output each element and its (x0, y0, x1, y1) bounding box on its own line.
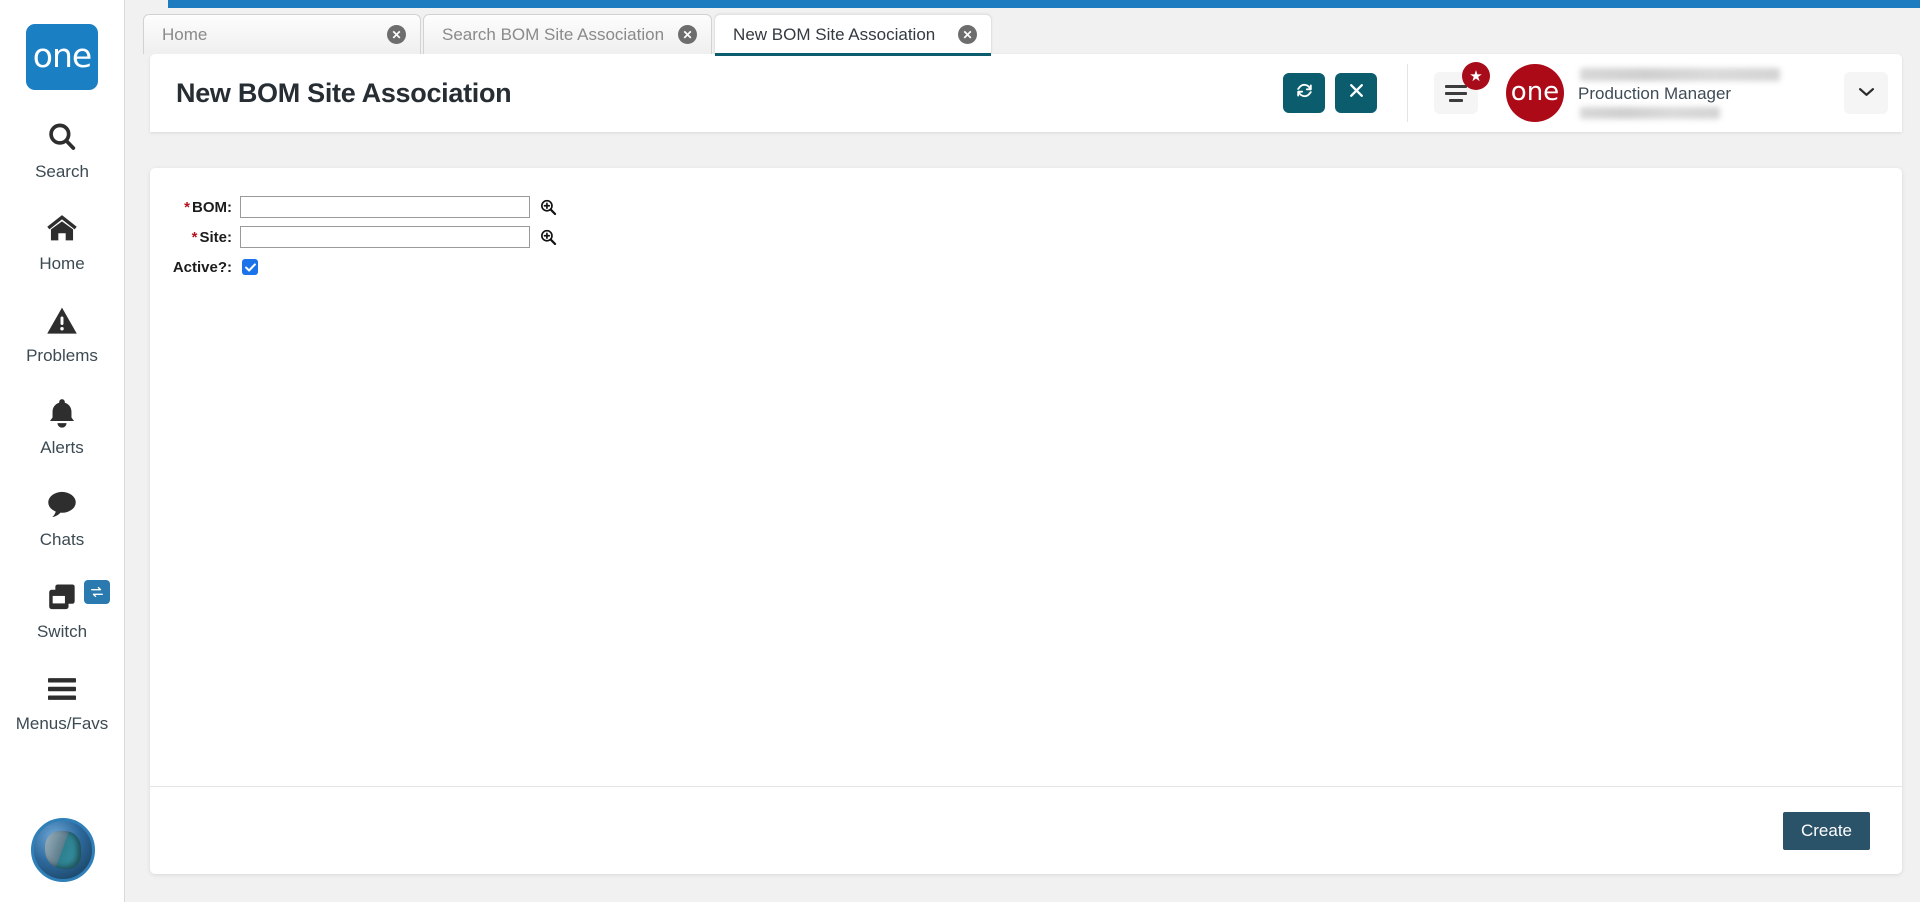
page-title: New BOM Site Association (176, 77, 512, 108)
tab-label: New BOM Site Association (733, 24, 936, 44)
required-indicator: * (191, 228, 198, 246)
magnifier-plus-icon[interactable] (538, 227, 558, 247)
active-field-label: Active?: (172, 258, 232, 276)
sidebar-item-alerts[interactable]: Alerts (0, 393, 125, 458)
user-menu-button[interactable] (1844, 72, 1888, 114)
form-area: * BOM: * Site: Active?: (150, 168, 1902, 786)
form-row-bom: * BOM: (150, 192, 1902, 222)
close-circle-icon[interactable]: ✕ (958, 25, 978, 44)
swap-arrows-icon[interactable] (83, 580, 110, 604)
magnifier-plus-icon[interactable] (538, 197, 558, 217)
star-icon[interactable]: ★ (1462, 62, 1490, 90)
required-indicator: * (184, 198, 190, 216)
bom-input[interactable] (240, 196, 530, 218)
sidebar-item-problems[interactable]: Problems (0, 301, 125, 366)
sidebar-item-label: Home (39, 254, 85, 273)
user-org-redacted (1580, 106, 1720, 119)
bom-label-text: BOM (192, 198, 227, 216)
page-header: New BOM Site Association ★ one Productio… (150, 54, 1902, 132)
active-checkbox[interactable] (242, 259, 258, 275)
sidebar-item-label: Search (35, 162, 89, 181)
tab-new-bom-site-association[interactable]: New BOM Site Association ✕ (714, 14, 993, 56)
org-logo-text: one (1510, 77, 1560, 107)
org-logo: one (1506, 64, 1564, 122)
bom-field-label: * BOM: (184, 198, 232, 216)
top-accent-bar (168, 0, 1920, 8)
refresh-icon (1295, 81, 1314, 105)
site-field-label: * Site: (191, 228, 232, 246)
tab-home[interactable]: Home ✕ (143, 14, 421, 54)
sidebar-item-label: Menus/Favs (15, 714, 109, 733)
sidebar-item-home[interactable]: Home (0, 209, 125, 274)
form-row-site: * Site: (150, 222, 1902, 252)
user-avatar-image[interactable] (31, 818, 95, 882)
active-label-text: Active? (172, 258, 227, 276)
user-name-redacted (1580, 67, 1780, 81)
sidebar-item-label: Alerts (40, 438, 84, 457)
site-input[interactable] (240, 226, 530, 248)
header-divider (1407, 64, 1408, 122)
close-circle-icon[interactable]: ✕ (387, 25, 406, 44)
switch-windows-icon (45, 577, 79, 617)
tab-label: Home (162, 24, 208, 44)
brand-logo-text: one (32, 36, 92, 75)
form-row-active: Active?: (150, 252, 1902, 282)
brand-logo[interactable]: one (26, 24, 98, 90)
tab-search-bom-site-association[interactable]: Search BOM Site Association ✕ (423, 14, 713, 54)
avatar-face (45, 831, 81, 869)
warning-triangle-icon (45, 301, 79, 341)
left-sidebar: one Search Home Problems Alerts Chats Sw… (0, 0, 125, 902)
search-icon (45, 117, 79, 157)
site-label-text: Site (199, 228, 227, 246)
sidebar-item-label: Chats (39, 530, 85, 549)
user-role-label: Production Manager (1578, 83, 1732, 103)
refresh-button[interactable] (1283, 73, 1325, 113)
home-icon (44, 209, 80, 249)
bell-icon (46, 393, 78, 433)
sidebar-item-label: Switch (36, 622, 88, 641)
close-page-button[interactable] (1335, 73, 1377, 113)
sidebar-item-chats[interactable]: Chats (0, 485, 125, 550)
menu-button-wrapper: ★ (1434, 62, 1490, 114)
panel-footer: Create (150, 786, 1902, 874)
hamburger-icon (45, 669, 79, 709)
close-circle-icon[interactable]: ✕ (678, 25, 698, 44)
content-panel: * BOM: * Site: Active?: Create (150, 168, 1902, 874)
chevron-down-icon (1858, 85, 1875, 102)
create-button[interactable]: Create (1782, 811, 1870, 850)
header-actions: ★ one Production Manager (1273, 54, 1902, 132)
sidebar-item-search[interactable]: Search (0, 117, 125, 182)
sidebar-item-label: Problems (26, 346, 98, 365)
tab-bar: Home ✕ Search BOM Site Association ✕ New… (125, 12, 1920, 56)
user-info-block[interactable]: Production Manager (1578, 67, 1828, 119)
sidebar-item-switch[interactable]: Switch (0, 577, 125, 642)
tab-label: Search BOM Site Association (442, 24, 665, 44)
chat-bubble-icon (44, 485, 80, 525)
close-x-icon (1348, 82, 1365, 104)
sidebar-item-menus-favs[interactable]: Menus/Favs (0, 669, 125, 734)
